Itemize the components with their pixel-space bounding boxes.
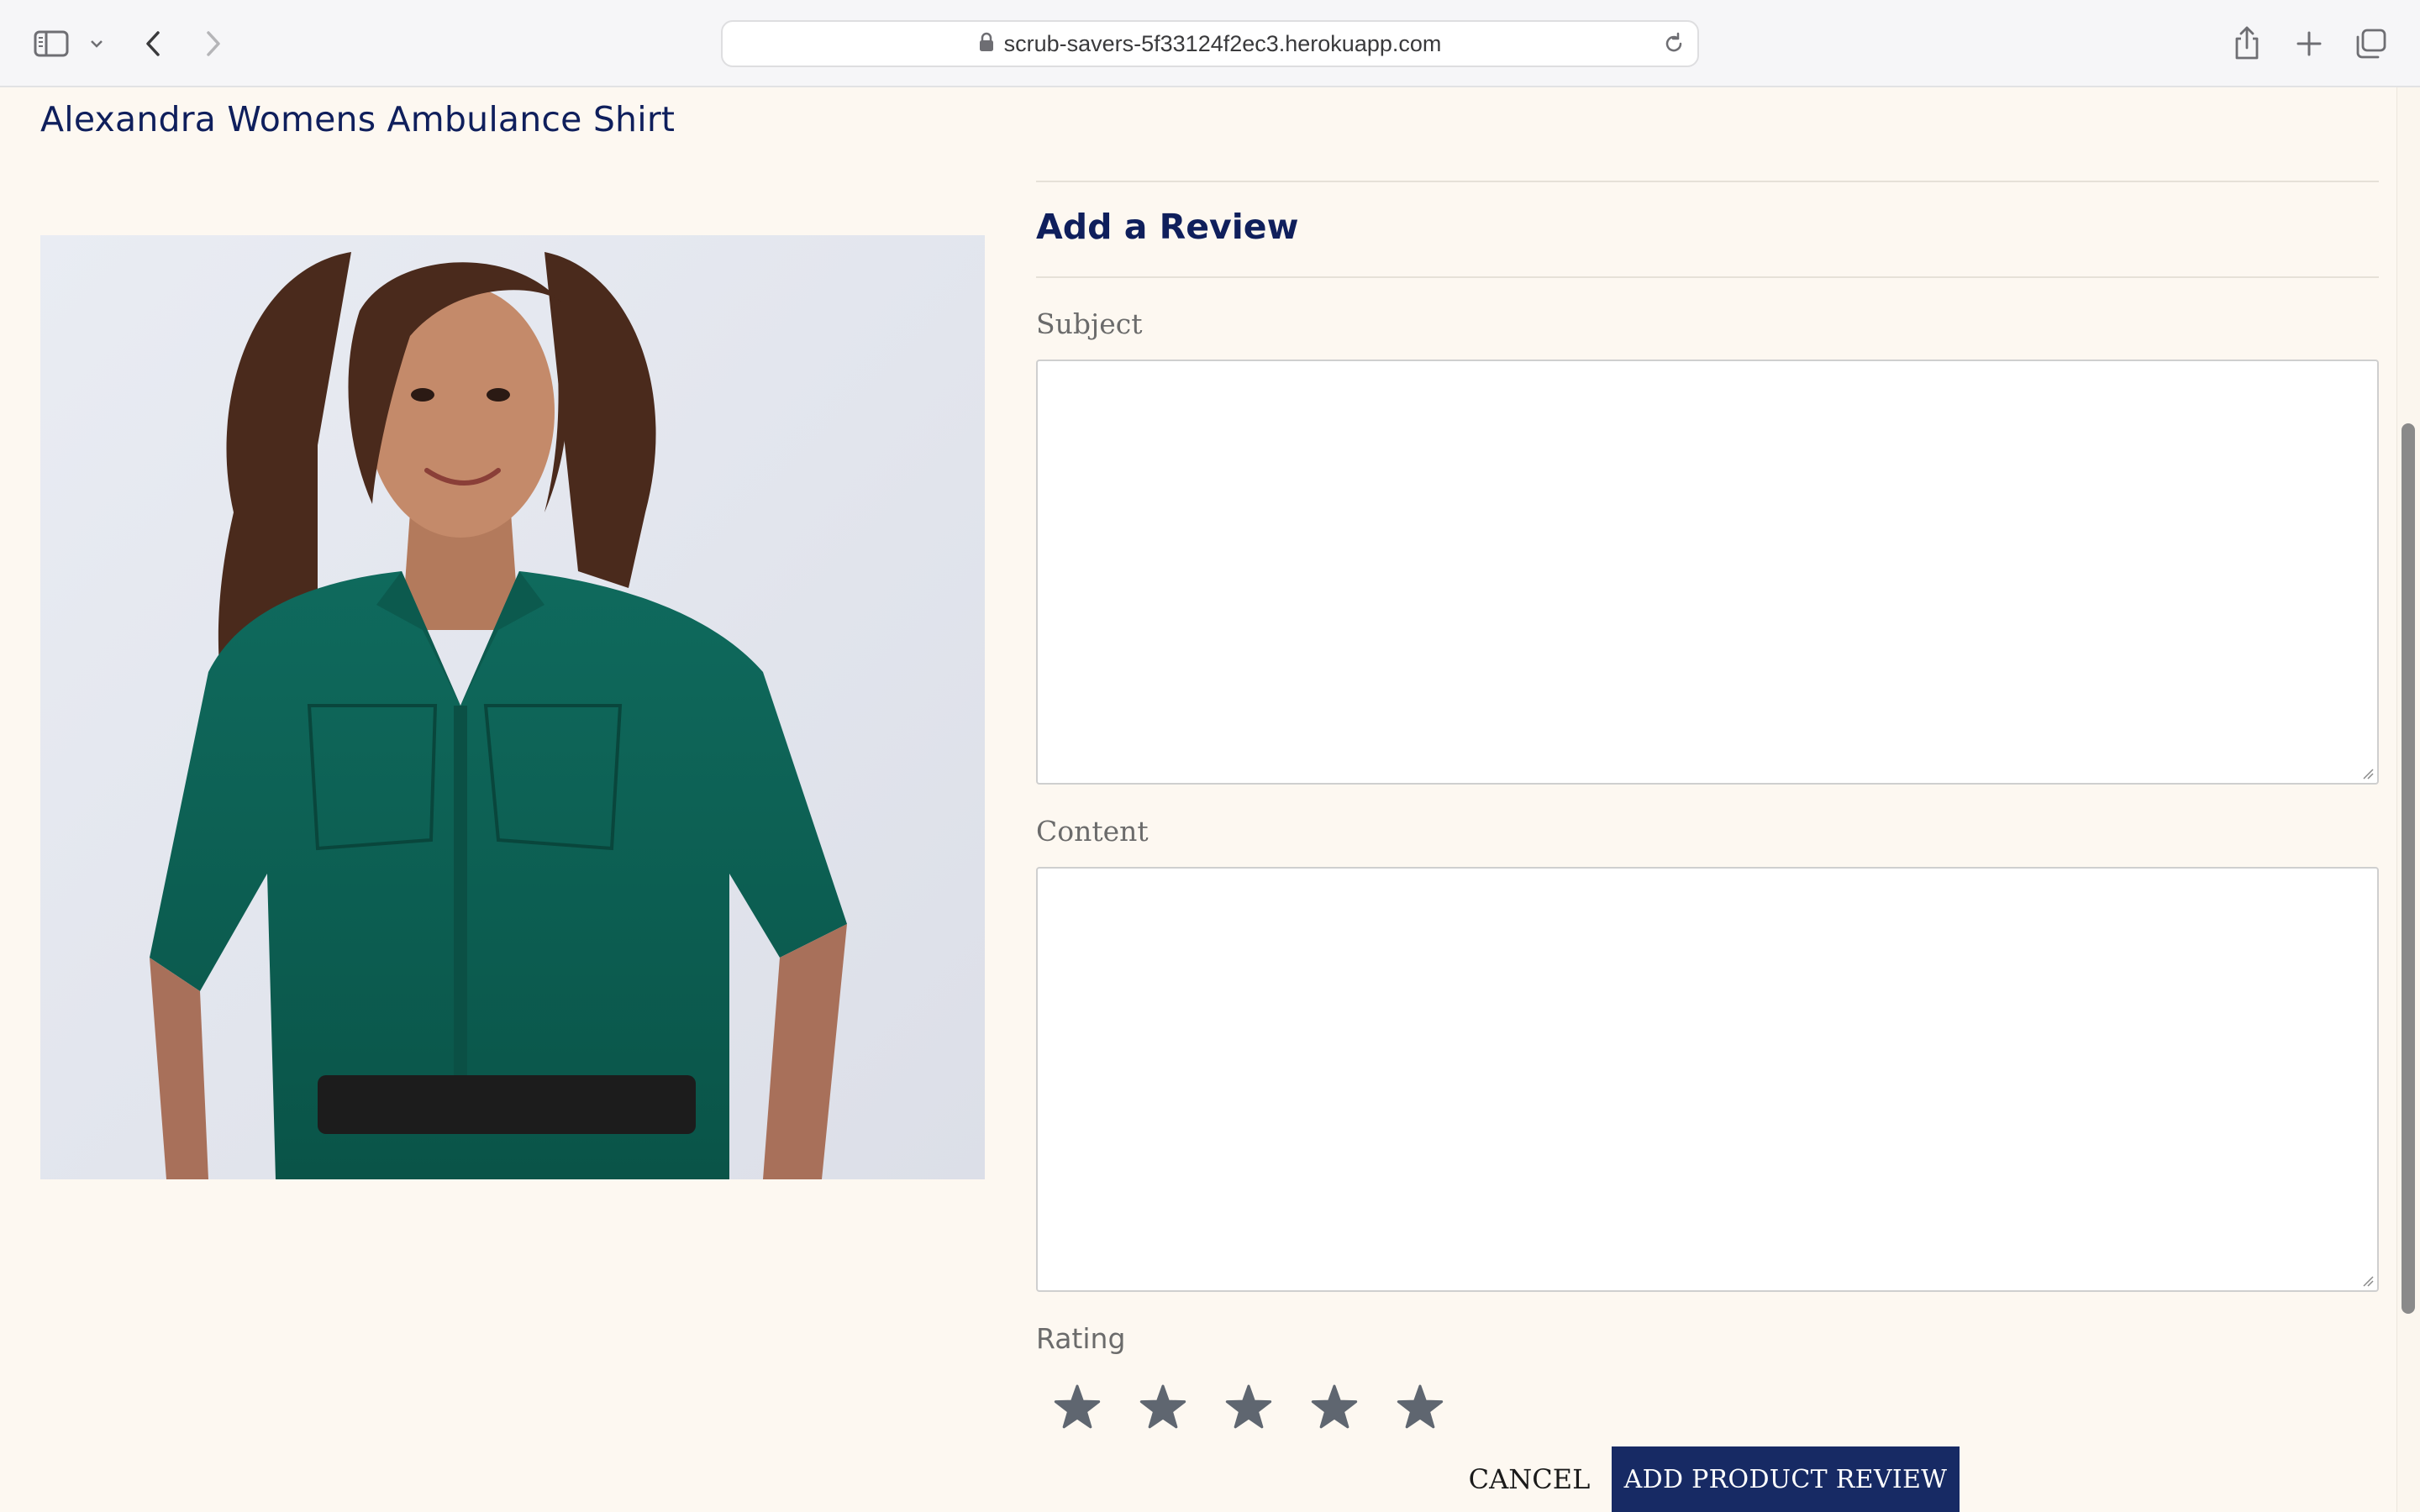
resize-grip-icon[interactable]: [2362, 1275, 2374, 1287]
star-icon[interactable]: [1311, 1381, 1397, 1435]
back-icon[interactable]: [138, 24, 168, 64]
plus-icon[interactable]: [2291, 25, 2328, 62]
content-label: Content: [1036, 815, 1149, 848]
scrollbar-thumb[interactable]: [2402, 423, 2415, 1314]
cancel-button[interactable]: CANCEL: [1465, 1446, 1593, 1512]
address-bar[interactable]: scrub-savers-5f33124f2ec3.herokuapp.com: [721, 20, 1699, 67]
forward-icon[interactable]: [198, 24, 229, 64]
share-icon[interactable]: [2228, 22, 2265, 64]
url-text: scrub-savers-5f33124f2ec3.herokuapp.com: [1003, 30, 1442, 56]
reload-icon[interactable]: [1662, 32, 1686, 59]
divider-heading: [1036, 276, 2379, 278]
add-product-review-button[interactable]: ADD PRODUCT REVIEW: [1612, 1446, 1960, 1512]
star-icon[interactable]: [1397, 1381, 1482, 1435]
resize-grip-icon[interactable]: [2362, 768, 2374, 780]
product-image: [40, 235, 985, 1179]
rating-stars: [1054, 1381, 1482, 1435]
star-icon[interactable]: [1054, 1381, 1139, 1435]
rating-label: Rating: [1036, 1322, 1126, 1355]
product-title: Alexandra Womens Ambulance Shirt: [40, 99, 676, 139]
browser-toolbar: scrub-savers-5f33124f2ec3.herokuapp.com: [0, 0, 2420, 87]
content-field[interactable]: [1036, 867, 2379, 1292]
chevron-down-icon[interactable]: [86, 30, 108, 57]
divider-top: [1036, 181, 2379, 182]
lock-icon: [979, 32, 994, 55]
star-icon[interactable]: [1139, 1381, 1225, 1435]
review-heading: Add a Review: [1036, 207, 1299, 247]
subject-label: Subject: [1036, 307, 1143, 340]
sidebar-icon[interactable]: [30, 25, 72, 62]
tabs-icon[interactable]: [2351, 25, 2390, 62]
subject-field[interactable]: [1036, 360, 2379, 785]
star-icon[interactable]: [1225, 1381, 1311, 1435]
